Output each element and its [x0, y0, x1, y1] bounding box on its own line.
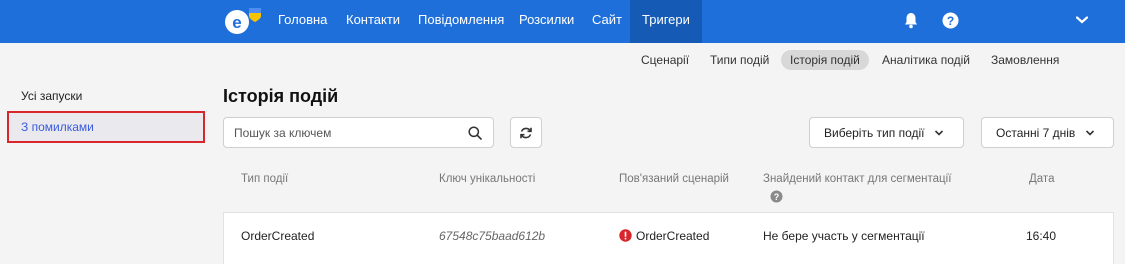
nav-home[interactable]: Головна: [278, 0, 327, 43]
nav-mailings[interactable]: Розсилки: [519, 0, 574, 43]
period-dropdown[interactable]: Останні 7 днів: [981, 117, 1114, 148]
refresh-button[interactable]: [510, 117, 542, 148]
search-icon[interactable]: [468, 126, 482, 140]
sidebar-item-with-errors[interactable]: З помилками: [7, 111, 205, 143]
sidebar-item-label: З помилками: [21, 120, 94, 134]
nav-site[interactable]: Сайт: [592, 0, 622, 43]
subnav-orders[interactable]: Замовлення: [991, 50, 1059, 70]
chevron-down-icon: [935, 129, 944, 136]
cell-contact: Не бере участь у сегментації: [763, 229, 925, 243]
cell-date: 16:40: [1026, 229, 1057, 243]
column-header-contact: Знайдений контакт для сегментації: [763, 173, 952, 185]
chevron-down-icon: [1086, 129, 1095, 136]
nav-messages[interactable]: Повідомлення: [418, 0, 504, 43]
event-type-dropdown[interactable]: Виберіть тип події: [809, 117, 964, 148]
period-dropdown-label: Останні 7 днів: [996, 125, 1076, 140]
subnav-event-history[interactable]: Історія подій: [781, 50, 869, 70]
cell-scenario-link[interactable]: OrderCreated: [636, 229, 709, 243]
error-icon: [619, 229, 632, 242]
help-circle-icon[interactable]: ?: [941, 11, 959, 29]
bell-icon[interactable]: [902, 11, 920, 29]
nav-contacts[interactable]: Контакти: [346, 0, 400, 43]
nav-triggers[interactable]: Тригери: [630, 0, 702, 43]
subnav-event-analytics[interactable]: Аналітика подій: [882, 50, 970, 70]
cell-unique-key: 67548c75baad612b: [439, 229, 546, 243]
column-header-unique-key: Ключ унікальності: [439, 173, 536, 185]
column-header-date: Дата: [1029, 173, 1055, 185]
subnav-scenarios[interactable]: Сценарії: [641, 50, 689, 70]
logo-icon[interactable]: e: [223, 5, 265, 37]
help-icon[interactable]: ?: [770, 190, 783, 203]
svg-text:?: ?: [774, 192, 780, 202]
search-box: [223, 117, 494, 148]
sidebar-item-all-runs[interactable]: Усі запуски: [21, 89, 82, 103]
page-title: Історія подій: [223, 86, 339, 106]
event-type-dropdown-label: Виберіть тип події: [824, 125, 925, 140]
svg-text:?: ?: [946, 13, 953, 27]
column-header-scenario: Пов'язаний сценарій: [619, 173, 729, 185]
svg-text:e: e: [232, 13, 241, 32]
top-navigation-bar: e Головна Контакти Повідомлення Розсилки…: [0, 0, 1125, 43]
subnav-event-types[interactable]: Типи подій: [710, 50, 769, 70]
column-header-event-type: Тип події: [241, 173, 289, 185]
cell-event-type: OrderCreated: [241, 229, 315, 243]
refresh-icon: [520, 127, 532, 138]
search-input[interactable]: [234, 124, 459, 142]
chevron-down-icon[interactable]: [1073, 11, 1091, 29]
